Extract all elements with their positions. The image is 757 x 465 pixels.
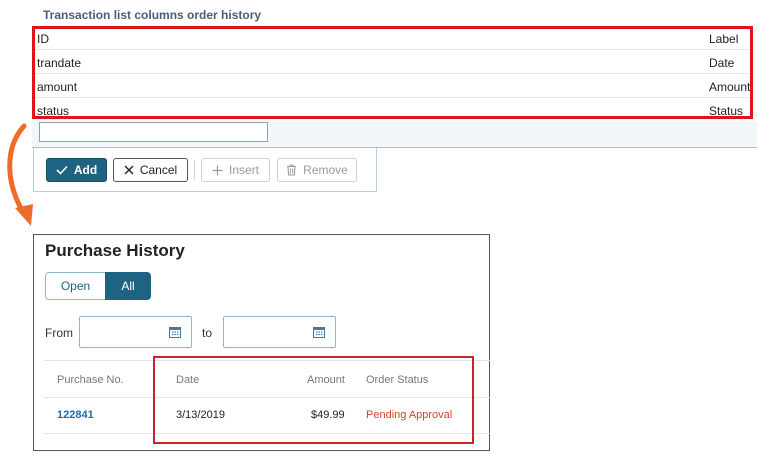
section-title: Transaction list columns order history — [43, 8, 262, 22]
from-label: From — [45, 326, 73, 340]
purchase-number-link[interactable]: 122841 — [57, 409, 94, 421]
from-date-input[interactable] — [79, 316, 192, 348]
cancel-button[interactable]: Cancel — [113, 158, 188, 182]
to-label: to — [202, 326, 213, 340]
remove-label: Remove — [303, 163, 348, 177]
highlight-box-columns-result — [153, 356, 474, 444]
curved-arrow-icon — [7, 123, 33, 226]
to-date-input[interactable] — [223, 316, 336, 348]
column-header-purchase-no[interactable]: Purchase No. — [57, 374, 124, 386]
calendar-icon[interactable] — [313, 326, 325, 338]
add-button[interactable]: Add — [46, 158, 107, 182]
highlight-box-columns — [32, 26, 753, 119]
add-label: Add — [73, 163, 98, 177]
filter-open-button[interactable]: Open — [45, 272, 106, 300]
check-icon — [56, 165, 68, 175]
insert-label: Insert — [228, 163, 259, 177]
plus-icon — [212, 165, 223, 175]
trash-icon — [287, 164, 297, 176]
toolbar-divider — [194, 160, 195, 180]
cancel-label: Cancel — [139, 163, 178, 177]
remove-button[interactable]: Remove — [277, 158, 357, 182]
insert-button[interactable]: Insert — [201, 158, 270, 182]
calendar-icon[interactable] — [169, 326, 181, 338]
filter-all-button[interactable]: All — [105, 272, 151, 300]
new-column-input[interactable] — [39, 122, 268, 142]
close-icon — [124, 165, 134, 175]
purchase-history-title: Purchase History — [45, 241, 185, 260]
